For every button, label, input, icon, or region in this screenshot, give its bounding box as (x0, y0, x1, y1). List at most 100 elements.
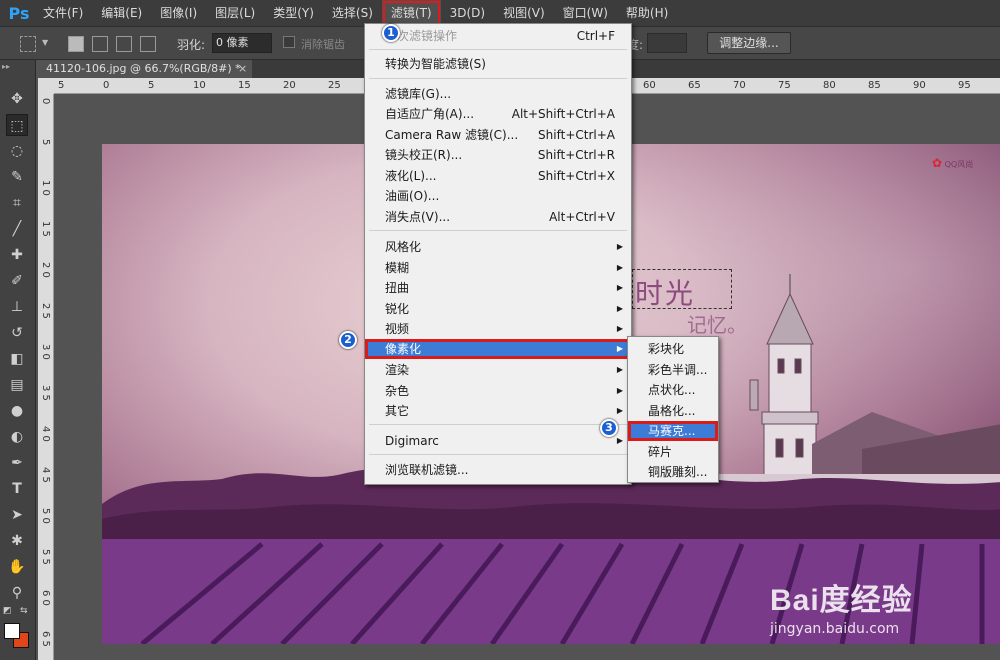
lasso-tool-icon[interactable]: ◌ (6, 140, 28, 162)
ruler-tick-label: 5 (148, 80, 155, 91)
move-tool-icon[interactable]: ✥ (6, 88, 28, 110)
pen-tool-icon[interactable]: ✒ (6, 452, 28, 474)
eyedropper-tool-icon[interactable]: ╱ (6, 218, 28, 240)
menu-item-lens-correction[interactable]: 镜头校正(R)... Shift+Ctrl+R (365, 145, 631, 165)
menu-item-adaptive-wide[interactable]: 自适应广角(A)... Alt+Shift+Ctrl+A (365, 104, 631, 124)
history-brush-tool-icon[interactable]: ↺ (6, 322, 28, 344)
submenu-arrow-icon: ▶ (616, 324, 623, 333)
width-input[interactable] (647, 33, 687, 53)
tools-panel: ▸▸ ✥ ⬚ ◌ ✎ ⌗ ╱ ✚ ✐ ⊥ ↺ ◧ ▤ ● ◐ ✒ T ➤ ✱ ✋… (0, 60, 36, 660)
document-tab[interactable]: 41120-106.jpg @ 66.7%(RGB/8#) * × (38, 60, 252, 78)
step-badge-1: 1 (382, 24, 400, 42)
step-badge-3: 3 (600, 419, 618, 437)
ruler-tick-label: 1 0 (40, 180, 51, 196)
dodge-tool-icon[interactable]: ◐ (6, 426, 28, 448)
ruler-tick-label: 3 0 (40, 344, 51, 360)
submenu-item-facet[interactable]: 彩块化 (628, 339, 718, 359)
menu-image[interactable]: 图像(I) (151, 0, 206, 26)
submenu-arrow-icon: ▶ (616, 242, 623, 251)
clone-stamp-tool-icon[interactable]: ⊥ (6, 296, 28, 318)
ruler-tick-label: 5 5 (40, 549, 51, 565)
photoshop-window: Ps 文件(F) 编辑(E) 图像(I) 图层(L) 类型(Y) 选择(S) 滤… (0, 0, 1000, 660)
menu-item-oil-paint[interactable]: 油画(O)... (365, 186, 631, 206)
photo-title-text: 时光 (635, 277, 696, 310)
menu-layer[interactable]: 图层(L) (206, 0, 264, 26)
brush-tool-icon[interactable]: ✐ (6, 270, 28, 292)
crop-tool-icon[interactable]: ⌗ (6, 192, 28, 214)
menu-item-vanishing-point[interactable]: 消失点(V)... Alt+Ctrl+V (365, 207, 631, 227)
marquee-preset-icon[interactable] (20, 36, 36, 52)
menu-item-digimarc[interactable]: Digimarc ▶ (365, 431, 631, 451)
custom-shape-tool-icon[interactable]: ✱ (6, 530, 28, 552)
ruler-origin[interactable] (38, 78, 54, 94)
quick-select-tool-icon[interactable]: ✎ (6, 166, 28, 188)
ruler-tick-label: 6 0 (40, 590, 51, 606)
menu-item-noise[interactable]: 杂色 ▶ (365, 381, 631, 401)
menu-item-sharpen[interactable]: 锐化 ▶ (365, 299, 631, 319)
menu-item-render[interactable]: 渲染 ▶ (365, 360, 631, 380)
menu-file[interactable]: 文件(F) (34, 0, 92, 26)
new-selection-icon[interactable] (68, 36, 84, 52)
ruler-tick-label: 5 (40, 139, 51, 146)
menu-item-convert-smart[interactable]: 转换为智能滤镜(S) (365, 54, 631, 74)
ruler-tick-label: 65 (688, 80, 701, 91)
zoom-tool-icon[interactable]: ⚲ (6, 582, 28, 604)
step-badge-2: 2 (339, 331, 357, 349)
type-tool-icon[interactable]: T (6, 478, 28, 500)
submenu-item-mezzotint[interactable]: 铜版雕刻... (628, 462, 718, 482)
submenu-item-crystallize[interactable]: 晶格化... (628, 401, 718, 421)
submenu-item-fragment[interactable]: 碎片 (628, 442, 718, 462)
menu-item-video[interactable]: 视频 ▶ (365, 319, 631, 339)
brand-logo-text: QQ风尚 (944, 160, 974, 169)
ruler-tick-label: 5 0 (40, 508, 51, 524)
gradient-tool-icon[interactable]: ▤ (6, 374, 28, 396)
swap-colors-icon[interactable]: ⇆ (20, 606, 28, 616)
submenu-item-color-halftone[interactable]: 彩色半调... (628, 360, 718, 380)
ruler-tick-label: 3 5 (40, 385, 51, 401)
watermark-url: jingyan.baidu.com (770, 621, 900, 637)
menu-item-last-filter[interactable]: 上次滤镜操作 Ctrl+F (365, 26, 631, 46)
menu-edit[interactable]: 编辑(E) (92, 0, 151, 26)
menu-item-blur[interactable]: 模糊 ▶ (365, 258, 631, 278)
blur-tool-icon[interactable]: ● (6, 400, 28, 422)
ruler-tick-label: 80 (823, 80, 836, 91)
vertical-ruler[interactable]: 0 5 1 0 1 5 2 0 2 5 3 0 3 5 4 0 4 5 5 0 5 5 6 0 6 5 (38, 94, 54, 660)
submenu-arrow-icon: ▶ (616, 304, 623, 313)
menu-item-browse-online[interactable]: 浏览联机滤镜... (365, 460, 631, 480)
hand-tool-icon[interactable]: ✋ (6, 556, 28, 578)
submenu-item-mosaic[interactable]: 马赛克... (628, 421, 718, 441)
default-colors-icon[interactable]: ◩ (3, 606, 12, 616)
menu-item-filter-gallery[interactable]: 滤镜库(G)... (365, 84, 631, 104)
brand-logo-mark: ✿ (932, 156, 943, 170)
ruler-tick-label: 2 0 (40, 262, 51, 278)
menu-item-liquify[interactable]: 液化(L)... Shift+Ctrl+X (365, 166, 631, 186)
path-select-tool-icon[interactable]: ➤ (6, 504, 28, 526)
healing-brush-tool-icon[interactable]: ✚ (6, 244, 28, 266)
marquee-tool-icon[interactable]: ⬚ (6, 114, 28, 136)
submenu-arrow-icon: ▶ (616, 365, 623, 374)
feather-label: 羽化: (177, 38, 206, 52)
menu-item-camera-raw[interactable]: Camera Raw 滤镜(C)... Shift+Ctrl+A (365, 125, 631, 145)
menu-item-pixelate[interactable]: 像素化 ▶ (365, 339, 631, 359)
feather-input[interactable]: 0 像素 (212, 33, 272, 53)
antialias-checkbox[interactable] (283, 36, 295, 48)
photo-subtitle-text: 记忆。 (687, 313, 747, 337)
close-icon[interactable]: × (238, 60, 247, 78)
menu-type[interactable]: 类型(Y) (264, 0, 323, 26)
menu-item-distort[interactable]: 扭曲 ▶ (365, 278, 631, 298)
menu-item-other[interactable]: 其它 ▶ (365, 401, 631, 421)
foreground-color-swatch[interactable] (4, 623, 20, 639)
watermark-brand: Bai度经验 (770, 584, 913, 617)
menu-item-stylize[interactable]: 风格化 ▶ (365, 237, 631, 257)
ruler-tick-label: 0 (103, 80, 110, 91)
intersect-selection-icon[interactable] (140, 36, 156, 52)
ruler-tick-label: 15 (238, 80, 251, 91)
refine-edge-button[interactable]: 调整边缘... (707, 32, 791, 54)
chevron-down-icon[interactable]: ▼ (42, 38, 48, 47)
eraser-tool-icon[interactable]: ◧ (6, 348, 28, 370)
panel-grip-icon[interactable]: ▸▸ (2, 62, 10, 71)
subtract-selection-icon[interactable] (116, 36, 132, 52)
ruler-tick-label: 4 5 (40, 467, 51, 483)
add-selection-icon[interactable] (92, 36, 108, 52)
submenu-item-pointillize[interactable]: 点状化... (628, 380, 718, 400)
